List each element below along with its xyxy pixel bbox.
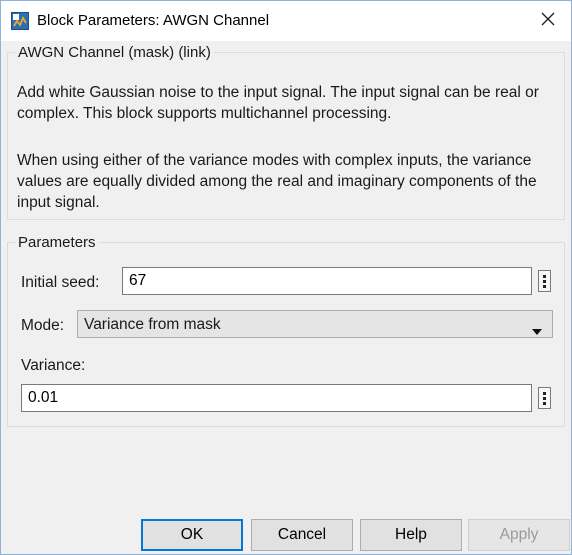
variance-input[interactable] [21, 384, 532, 412]
parameters-group-label: Parameters [15, 234, 99, 251]
chevron-down-icon [532, 322, 542, 340]
more-vertical-icon [543, 275, 546, 278]
mask-description-1: Add white Gaussian noise to the input si… [17, 84, 539, 122]
variance-label: Variance: [21, 357, 86, 374]
initial-seed-label: Initial seed: [21, 274, 100, 291]
initial-seed-input[interactable] [122, 267, 532, 295]
initial-seed-more-button[interactable] [538, 270, 551, 292]
simulink-block-icon [11, 12, 29, 30]
ok-button[interactable]: OK [141, 519, 243, 551]
more-vertical-icon [543, 392, 546, 395]
cancel-button[interactable]: Cancel [251, 519, 353, 551]
mode-select-value: Variance from mask [84, 316, 221, 333]
window-title: Block Parameters: AWGN Channel [37, 12, 270, 29]
help-button[interactable]: Help [360, 519, 462, 551]
mask-group-label: AWGN Channel (mask) (link) [15, 44, 214, 61]
mask-description-2: When using either of the variance modes … [17, 152, 537, 211]
mode-select[interactable]: Variance from mask [77, 310, 553, 338]
variance-more-button[interactable] [538, 387, 551, 409]
close-icon [541, 12, 555, 31]
title-bar[interactable]: Block Parameters: AWGN Channel [1, 1, 571, 41]
close-button[interactable] [525, 1, 571, 41]
dialog-window: Block Parameters: AWGN Channel AWGN Chan… [0, 0, 572, 555]
mode-label: Mode: [21, 317, 65, 334]
apply-button[interactable]: Apply [468, 519, 570, 551]
